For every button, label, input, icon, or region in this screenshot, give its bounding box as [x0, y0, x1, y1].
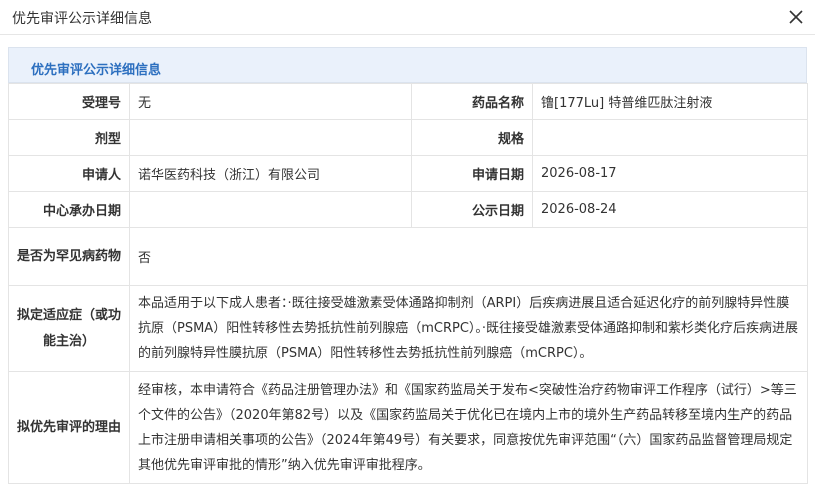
label-priority-reason: 拟优先审评的理由: [8, 371, 130, 484]
close-icon[interactable]: [785, 6, 807, 28]
label-applicant: 申请人: [8, 155, 130, 192]
label-application-date: 申请日期: [411, 155, 533, 192]
label-rare-disease: 是否为罕见病药物: [8, 227, 130, 286]
close-button[interactable]: [785, 6, 807, 28]
table-row: 剂型 规格: [8, 119, 808, 156]
value-publicity-date: 2026-08-24: [532, 191, 808, 228]
table-row: 拟优先审评的理由 经审核，本申请符合《药品注册管理办法》和《国家药监局关于发布<…: [8, 371, 808, 484]
value-indication: 本品适用于以下成人患者：·既往接受雄激素受体通路抑制剂（ARPI）后疾病进展且适…: [129, 285, 808, 372]
value-application-date: 2026-08-17: [532, 155, 808, 192]
table-row: 是否为罕见病药物 否: [8, 227, 808, 286]
detail-table: 受理号 无 药品名称 镥[177Lu] 特普维匹肽注射液 剂型 规格 申请人 诺…: [8, 83, 808, 484]
detail-panel: 优先审评公示详细信息 受理号 无 药品名称 镥[177Lu] 特普维匹肽注射液 …: [8, 47, 808, 484]
value-priority-reason: 经审核，本申请符合《药品注册管理办法》和《国家药监局关于发布<突破性治疗药物审评…: [129, 371, 808, 484]
table-row: 受理号 无 药品名称 镥[177Lu] 特普维匹肽注射液: [8, 83, 808, 120]
table-row: 申请人 诺华医药科技（浙江）有限公司 申请日期 2026-08-17: [8, 155, 808, 192]
value-drug-name: 镥[177Lu] 特普维匹肽注射液: [532, 83, 808, 120]
value-rare-disease: 否: [129, 227, 808, 286]
value-specification: [532, 119, 808, 156]
dialog-title: 优先审评公示详细信息: [12, 11, 152, 27]
section-header: 优先审评公示详细信息: [8, 47, 807, 83]
value-applicant: 诺华医药科技（浙江）有限公司: [129, 155, 412, 192]
table-row: 中心承办日期 公示日期 2026-08-24: [8, 191, 808, 228]
label-center-date: 中心承办日期: [8, 191, 130, 228]
value-center-date: [129, 191, 412, 228]
value-dosage-form: [129, 119, 412, 156]
section-title: 优先审评公示详细信息: [31, 63, 162, 78]
table-row: 拟定适应症（或功能主治） 本品适用于以下成人患者：·既往接受雄激素受体通路抑制剂…: [8, 285, 808, 372]
label-indication: 拟定适应症（或功能主治）: [8, 285, 130, 372]
dialog-header: 优先审评公示详细信息: [0, 0, 815, 35]
value-acceptance-no: 无: [129, 83, 412, 120]
label-acceptance-no: 受理号: [8, 83, 130, 120]
label-specification: 规格: [411, 119, 533, 156]
label-dosage-form: 剂型: [8, 119, 130, 156]
label-drug-name: 药品名称: [411, 83, 533, 120]
label-publicity-date: 公示日期: [411, 191, 533, 228]
